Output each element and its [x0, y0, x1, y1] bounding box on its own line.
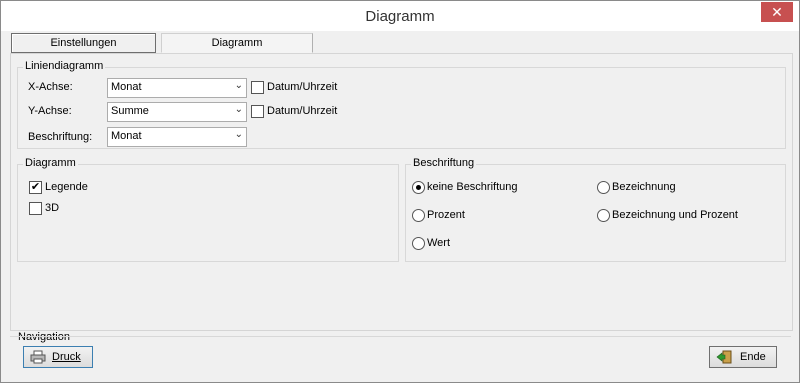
chevron-down-icon: ⌄ — [234, 104, 243, 115]
beschriftung-field-label: Beschriftung: — [28, 131, 93, 143]
group-label-liniendiagramm: Liniendiagramm — [23, 60, 106, 72]
close-icon: ✕ — [771, 4, 783, 20]
y-axis-label: Y-Achse: — [28, 105, 72, 117]
3d-label: 3D — [45, 202, 60, 214]
printer-icon — [30, 350, 46, 364]
druck-button[interactable]: Druck — [23, 346, 93, 368]
radio-keine-beschriftung[interactable] — [412, 181, 425, 194]
y-axis-datetime-checkbox[interactable] — [251, 105, 264, 118]
ende-button-label: Ende — [740, 351, 766, 363]
x-axis-label: X-Achse: — [28, 81, 73, 93]
radio-selected-dot — [416, 185, 421, 190]
x-axis-select[interactable]: Monat ⌄ — [107, 78, 247, 98]
radio-label-prozent: Prozent — [427, 209, 465, 221]
ende-button[interactable]: Ende — [709, 346, 777, 368]
chevron-down-icon: ⌄ — [234, 80, 243, 91]
chevron-down-icon: ⌄ — [234, 129, 243, 140]
radio-bezeichnung-und-prozent[interactable] — [597, 209, 610, 222]
y-axis-value: Summe — [111, 105, 149, 117]
tab-diagramm[interactable]: Diagramm — [161, 33, 313, 53]
radio-prozent[interactable] — [412, 209, 425, 222]
group-diagramm: Diagramm ✔ Legende 3D — [17, 157, 399, 262]
group-liniendiagramm: Liniendiagramm X-Achse: Monat ⌄ Datum/Uh… — [17, 60, 786, 149]
close-button[interactable]: ✕ — [761, 2, 793, 22]
navigation-divider — [10, 336, 791, 337]
x-axis-datetime-checkbox[interactable] — [251, 81, 264, 94]
tab-panel-diagramm: Liniendiagramm X-Achse: Monat ⌄ Datum/Uh… — [10, 53, 793, 331]
legende-label: Legende — [45, 181, 88, 193]
x-axis-datetime-label: Datum/Uhrzeit — [267, 81, 338, 93]
group-label-beschriftung: Beschriftung — [411, 157, 477, 169]
exit-door-icon — [716, 350, 732, 364]
navigation-label: Navigation — [18, 331, 70, 343]
title-bar: Diagramm ✕ — [1, 1, 799, 31]
legende-checkbox[interactable]: ✔ — [29, 181, 42, 194]
druck-button-label: Druck — [52, 351, 81, 363]
tab-einstellungen[interactable]: Einstellungen — [11, 33, 156, 53]
y-axis-select[interactable]: Summe ⌄ — [107, 102, 247, 122]
radio-label-wert: Wert — [427, 237, 451, 249]
3d-checkbox[interactable] — [29, 202, 42, 215]
radio-label-keine-beschriftung: keine Beschriftung — [427, 181, 518, 193]
radio-bezeichnung[interactable] — [597, 181, 610, 194]
group-beschriftung: Beschriftung keine Beschriftung Bezeichn… — [405, 157, 786, 262]
beschriftung-select[interactable]: Monat ⌄ — [107, 127, 247, 147]
checkmark-icon: ✔ — [30, 181, 41, 193]
group-label-diagramm: Diagramm — [23, 157, 78, 169]
y-axis-datetime-label: Datum/Uhrzeit — [267, 105, 338, 117]
dialog-window: Diagramm ✕ Einstellungen Diagramm Linien… — [0, 0, 800, 383]
window-title: Diagramm — [365, 8, 435, 25]
x-axis-value: Monat — [111, 81, 142, 93]
beschriftung-value: Monat — [111, 130, 142, 142]
radio-label-bezeichnung-und-prozent: Bezeichnung und Prozent — [612, 209, 738, 221]
radio-wert[interactable] — [412, 237, 425, 250]
radio-label-bezeichnung: Bezeichnung — [612, 181, 676, 193]
